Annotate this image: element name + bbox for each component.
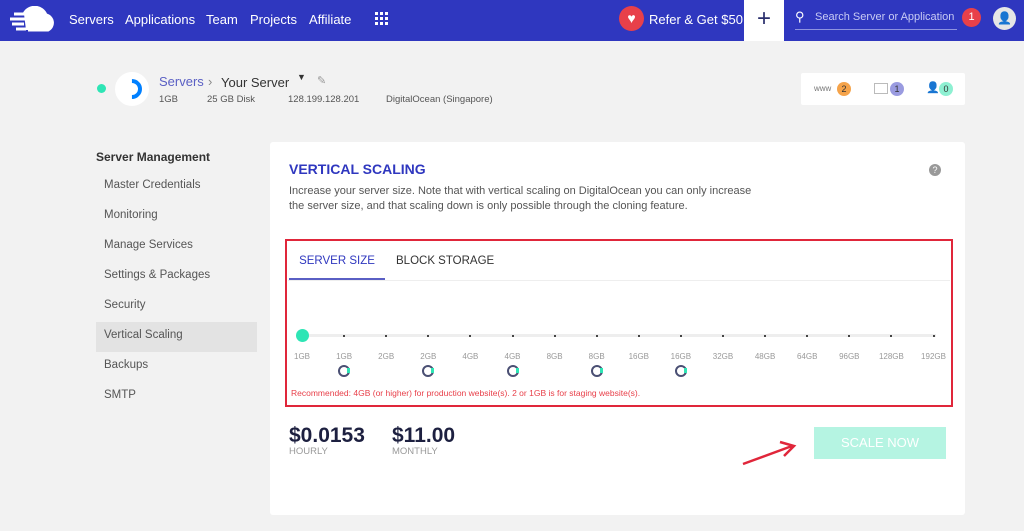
files-count[interactable]: 1	[890, 82, 904, 96]
slider-tick[interactable]	[679, 335, 682, 337]
slider-label: 96GB	[839, 352, 860, 361]
gauge-icon	[338, 365, 351, 377]
server-size: 1GB	[159, 94, 179, 105]
breadcrumb-separator: ›	[208, 74, 213, 89]
slider-tick[interactable]	[343, 335, 346, 337]
tabs-divider	[288, 280, 950, 281]
slider-label: 4GB	[504, 352, 521, 361]
slider-tick[interactable]	[385, 335, 388, 337]
top-nav: Servers Applications Team Projects Affil…	[0, 0, 1024, 41]
server-disk: 25 GB Disk	[207, 94, 256, 105]
slider-label: 64GB	[796, 352, 818, 361]
www-icon: www	[814, 84, 832, 93]
page-title: VERTICAL SCALING	[289, 161, 426, 177]
edit-icon[interactable]: ✎	[317, 74, 326, 87]
gauge-icon	[590, 365, 603, 377]
nav-affiliate[interactable]: Affiliate	[309, 12, 351, 27]
notification-badge[interactable]: 1	[962, 8, 981, 27]
sidebar-item-security[interactable]: Security	[104, 299, 146, 311]
search-input[interactable]: Search Server or Application	[795, 8, 957, 30]
logo-icon[interactable]	[8, 6, 54, 32]
user-icon: 👤	[926, 82, 940, 94]
slider-tick[interactable]	[553, 335, 556, 337]
recommendation-text: Recommended: 4GB (or higher) for product…	[291, 388, 641, 398]
size-slider-track[interactable]	[300, 334, 936, 337]
avatar[interactable]: 👤	[993, 7, 1016, 30]
slider-label: 16GB	[670, 352, 692, 361]
status-dot	[97, 84, 106, 93]
apps-grid-icon[interactable]	[375, 12, 388, 25]
slider-tick[interactable]	[427, 335, 430, 337]
server-ip: 128.199.128.201	[288, 94, 360, 105]
slider-label: 8GB	[588, 352, 605, 361]
nav-team[interactable]: Team	[206, 12, 238, 27]
slider-label: 4GB	[462, 352, 479, 361]
sidebar-item-backups[interactable]: Backups	[104, 359, 148, 371]
counts-panel: www 2 1 👤 0	[801, 73, 965, 105]
nav-servers[interactable]: Servers	[69, 12, 114, 27]
slider-tick[interactable]	[764, 335, 767, 337]
slider-tick[interactable]	[848, 335, 851, 337]
gauge-icon	[674, 365, 687, 377]
gauge-icon	[422, 365, 435, 377]
hourly-price: $0.0153	[289, 424, 365, 447]
hourly-label: HOURLY	[289, 446, 328, 457]
users-count[interactable]: 0	[939, 82, 953, 96]
tab-server-size[interactable]: SERVER SIZE	[289, 245, 385, 280]
slider-tick[interactable]	[511, 335, 514, 337]
slider-label: 1GB	[336, 352, 353, 361]
caret-down-icon[interactable]: ▼	[297, 72, 306, 82]
slider-label: 16GB	[628, 352, 650, 361]
heart-icon[interactable]: ♥	[619, 6, 644, 31]
highlight-box	[285, 239, 953, 407]
slider-label: 8GB	[546, 352, 563, 361]
sidebar-item-settings-packages[interactable]: Settings & Packages	[104, 269, 210, 281]
slider-handle[interactable]	[296, 329, 309, 342]
slider-label: 48GB	[754, 352, 776, 361]
www-count[interactable]: 2	[837, 82, 851, 96]
nav-applications[interactable]: Applications	[125, 12, 195, 27]
arrow-annotation-icon	[742, 440, 797, 466]
slider-tick[interactable]	[806, 335, 809, 337]
sidebar-item-vertical-scaling[interactable]: Vertical Scaling	[104, 329, 183, 341]
monthly-label: MONTHLY	[392, 446, 438, 457]
description: Increase your server size. Note that wit…	[289, 185, 752, 212]
folder-icon	[874, 83, 888, 94]
slider-label: 128GB	[878, 352, 904, 361]
add-button[interactable]: +	[744, 0, 784, 41]
sidebar-item-monitoring[interactable]: Monitoring	[104, 209, 158, 221]
server-provider: DigitalOcean (Singapore)	[386, 94, 493, 105]
server-name[interactable]: Your Server	[221, 75, 289, 90]
slider-tick[interactable]	[932, 335, 935, 337]
tab-block-storage[interactable]: BLOCK STORAGE	[396, 245, 494, 280]
monthly-price: $11.00	[392, 424, 456, 447]
slider-label: 2GB	[378, 352, 395, 361]
refer-link[interactable]: Refer & Get $50	[649, 12, 743, 27]
breadcrumb-servers[interactable]: Servers	[159, 74, 204, 89]
slider-tick[interactable]	[637, 335, 640, 337]
slider-label: 2GB	[420, 352, 437, 361]
slider-tick[interactable]	[469, 335, 472, 337]
slider-label: 192GB	[921, 352, 946, 361]
digitalocean-logo	[115, 72, 149, 106]
gauge-icon	[506, 365, 519, 377]
slider-tick[interactable]	[595, 335, 598, 337]
scale-now-button[interactable]: SCALE NOW	[814, 427, 946, 459]
help-icon[interactable]: ?	[929, 164, 941, 176]
slider-tick[interactable]	[890, 335, 893, 337]
slider-label: 1GB	[293, 352, 311, 361]
sidebar-item-master-credentials[interactable]: Master Credentials	[104, 179, 201, 191]
sidebar-item-manage-services[interactable]: Manage Services	[104, 239, 193, 251]
sidebar-title: Server Management	[96, 150, 211, 164]
sidebar-item-smtp[interactable]: SMTP	[104, 389, 136, 401]
slider-tick[interactable]	[722, 335, 724, 337]
slider-label: 32GB	[712, 352, 734, 361]
nav-projects[interactable]: Projects	[250, 12, 297, 27]
